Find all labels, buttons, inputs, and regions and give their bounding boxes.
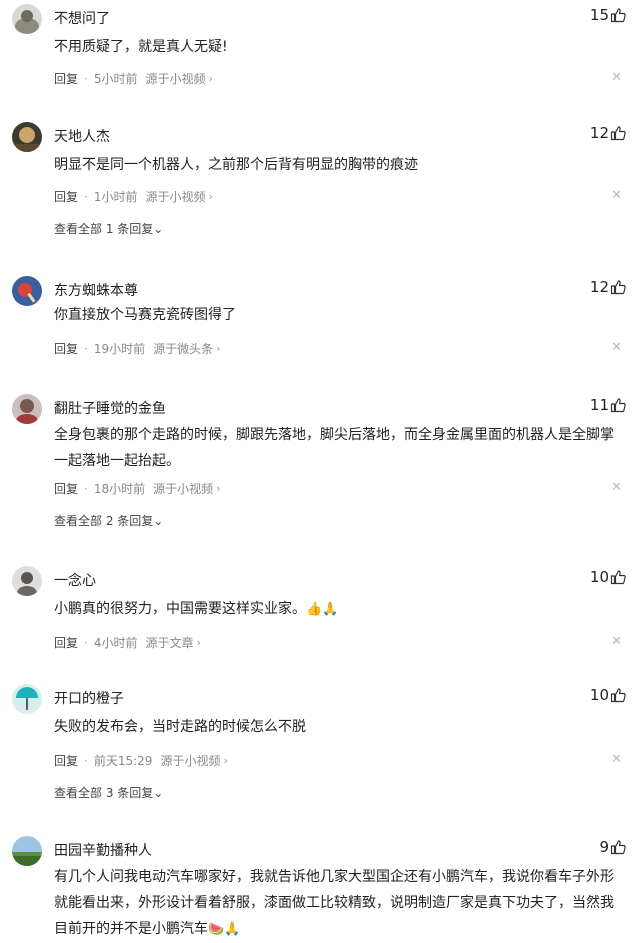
chevron-down-icon: ⌄ xyxy=(153,786,164,800)
comment-source[interactable]: 源于小视频 xyxy=(145,188,205,205)
like-button[interactable]: 10 xyxy=(590,686,626,704)
reply-button[interactable]: 回复 xyxy=(54,480,78,497)
like-button[interactable]: 9 xyxy=(599,838,626,856)
username[interactable]: 翻肚子睡觉的金鱼 xyxy=(54,398,166,418)
user-avatar[interactable] xyxy=(12,836,42,866)
like-count: 12 xyxy=(589,124,609,142)
comment-source[interactable]: 源于微头条 xyxy=(153,340,213,357)
thumbs-up-icon xyxy=(610,570,626,585)
comment-text: 不用质疑了，就是真人无疑! xyxy=(54,39,228,55)
chevron-right-icon: › xyxy=(208,72,213,85)
user-avatar[interactable] xyxy=(12,276,42,306)
thumbs-up-icon xyxy=(610,840,626,855)
close-icon[interactable]: ✕ xyxy=(611,70,622,85)
comment-time: 18小时前 xyxy=(93,482,146,496)
emoji: 👍🙏 xyxy=(306,602,339,617)
username[interactable]: 东方蜘蛛本尊 xyxy=(54,280,138,300)
comment-text: 明显不是同一个机器人，之前那个后背有明显的胸带的痕迹 xyxy=(54,157,418,173)
like-count: 15 xyxy=(589,6,609,24)
comment-time: 1小时前 xyxy=(93,190,138,204)
comment-time: 5小时前 xyxy=(93,72,138,86)
comment-meta: 回复 · 5小时前 源于小视频 › xyxy=(54,70,213,87)
user-avatar[interactable] xyxy=(12,684,42,714)
chevron-right-icon: › xyxy=(223,754,228,767)
user-avatar[interactable] xyxy=(12,394,42,424)
comment-meta: 回复 · 19小时前 源于微头条 › xyxy=(54,340,221,357)
comment-time: 4小时前 xyxy=(93,636,138,650)
comment-time: 前天15:29 xyxy=(93,754,153,768)
thumbs-up-icon xyxy=(610,688,626,703)
comment-meta: 回复 · 前天15:29 源于小视频 › xyxy=(54,752,228,769)
comment-text: 小鹏真的很努力，中国需要这样实业家。👍🙏 xyxy=(54,601,339,617)
reply-button[interactable]: 回复 xyxy=(54,70,78,87)
comment-meta: 回复 · 1小时前 源于小视频 › xyxy=(54,188,213,205)
comment-source[interactable]: 源于小视频 xyxy=(153,480,213,497)
emoji: 🍉🙏 xyxy=(208,922,241,937)
close-icon[interactable]: ✕ xyxy=(611,188,622,203)
username[interactable]: 不想问了 xyxy=(54,8,110,28)
like-button[interactable]: 12 xyxy=(590,124,626,142)
chevron-right-icon: › xyxy=(216,482,221,495)
comment-source[interactable]: 源于小视频 xyxy=(145,70,205,87)
comment-time: 19小时前 xyxy=(93,342,146,356)
reply-button[interactable]: 回复 xyxy=(54,634,78,651)
like-count: 12 xyxy=(589,278,609,296)
like-count: 11 xyxy=(589,396,609,414)
username[interactable]: 田园辛勤播种人 xyxy=(54,840,152,860)
comment-meta: 回复 · 4小时前 源于文章 › xyxy=(54,634,201,651)
username[interactable]: 开口的橙子 xyxy=(54,688,124,708)
close-icon[interactable]: ✕ xyxy=(611,752,622,767)
comment-text: 全身包裹的那个走路的时候，脚跟先落地，脚尖后落地，而全身金属里面的机器人是全脚掌… xyxy=(54,427,614,469)
view-all-replies[interactable]: 查看全部 1 条回复⌄ xyxy=(54,220,163,237)
comment-source[interactable]: 源于文章 xyxy=(145,634,193,651)
username[interactable]: 天地人杰 xyxy=(54,126,110,146)
thumbs-up-icon xyxy=(610,398,626,413)
comment-text: 失败的发布会，当时走路的时候怎么不脱 xyxy=(54,719,306,735)
like-count: 10 xyxy=(589,686,609,704)
like-button[interactable]: 12 xyxy=(590,278,626,296)
reply-button[interactable]: 回复 xyxy=(54,188,78,205)
user-avatar[interactable] xyxy=(12,566,42,596)
reply-button[interactable]: 回复 xyxy=(54,752,78,769)
like-button[interactable]: 15 xyxy=(590,6,626,24)
thumbs-up-icon xyxy=(610,280,626,295)
like-button[interactable]: 10 xyxy=(590,568,626,586)
close-icon[interactable]: ✕ xyxy=(611,634,622,649)
username[interactable]: 一念心 xyxy=(54,570,96,590)
comment-text: 有几个人问我电动汽车哪家好，我就告诉他几家大型国企还有小鹏汽车，我说你看车子外形… xyxy=(54,869,614,937)
comment-source[interactable]: 源于小视频 xyxy=(160,752,220,769)
like-button[interactable]: 11 xyxy=(590,396,626,414)
close-icon[interactable]: ✕ xyxy=(611,340,622,355)
chevron-right-icon: › xyxy=(208,190,213,203)
close-icon[interactable]: ✕ xyxy=(611,480,622,495)
chevron-down-icon: ⌄ xyxy=(153,222,164,236)
like-count: 10 xyxy=(589,568,609,586)
comment-meta: 回复 · 18小时前 源于小视频 › xyxy=(54,480,221,497)
user-avatar[interactable] xyxy=(12,122,42,152)
comment-text: 你直接放个马赛克瓷砖图得了 xyxy=(54,307,236,323)
like-count: 9 xyxy=(599,838,609,856)
reply-button[interactable]: 回复 xyxy=(54,340,78,357)
thumbs-up-icon xyxy=(610,126,626,141)
chevron-down-icon: ⌄ xyxy=(153,514,164,528)
thumbs-up-icon xyxy=(610,8,626,23)
chevron-right-icon: › xyxy=(216,342,221,355)
user-avatar[interactable] xyxy=(12,4,42,34)
chevron-right-icon: › xyxy=(196,636,201,649)
view-all-replies[interactable]: 查看全部 3 条回复⌄ xyxy=(54,784,163,801)
view-all-replies[interactable]: 查看全部 2 条回复⌄ xyxy=(54,512,163,529)
